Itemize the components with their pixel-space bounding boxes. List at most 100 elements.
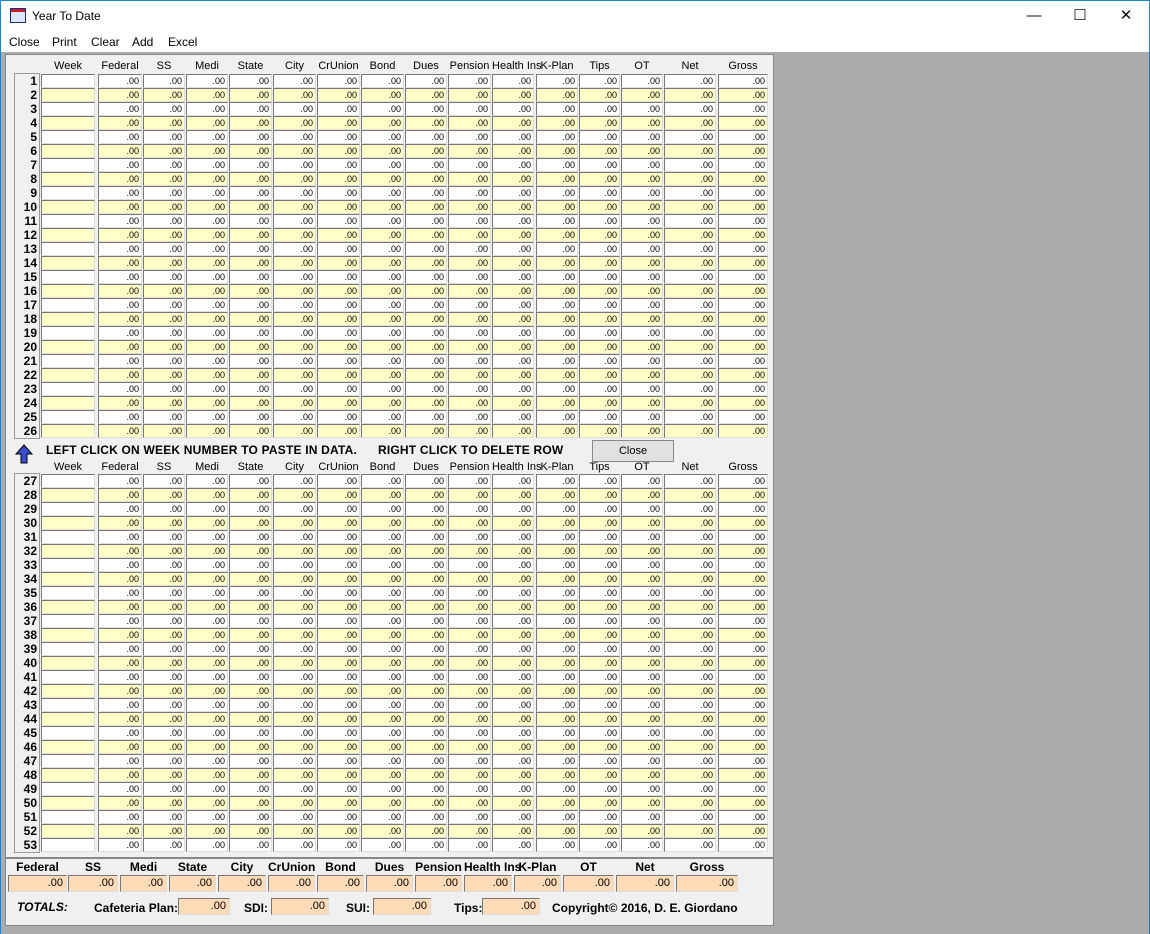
health-ins-input[interactable]: .00 [492, 172, 534, 186]
total-field-gross[interactable]: .00 [676, 875, 738, 892]
city-input[interactable]: .00 [273, 670, 316, 684]
ss-input[interactable]: .00 [143, 712, 185, 726]
net-input[interactable]: .00 [664, 810, 716, 824]
k-plan-input[interactable]: .00 [536, 740, 578, 754]
k-plan-input[interactable]: .00 [536, 698, 578, 712]
city-input[interactable]: .00 [273, 544, 316, 558]
crunion-input[interactable]: .00 [317, 214, 360, 228]
ot-input[interactable]: .00 [621, 410, 663, 424]
ss-input[interactable]: .00 [143, 326, 185, 340]
k-plan-input[interactable]: .00 [536, 410, 578, 424]
tips-input[interactable]: .00 [579, 382, 620, 396]
ot-input[interactable]: .00 [621, 200, 663, 214]
dues-input[interactable]: .00 [405, 642, 447, 656]
state-input[interactable]: .00 [229, 312, 272, 326]
week-input[interactable] [41, 200, 95, 214]
week-number-7[interactable]: 7 [15, 158, 39, 172]
health-ins-input[interactable]: .00 [492, 824, 534, 838]
ss-input[interactable]: .00 [143, 782, 185, 796]
pension-input[interactable]: .00 [448, 502, 491, 516]
state-input[interactable]: .00 [229, 642, 272, 656]
week-number-36[interactable]: 36 [15, 600, 39, 614]
state-input[interactable]: .00 [229, 838, 272, 852]
city-input[interactable]: .00 [273, 326, 316, 340]
net-input[interactable]: .00 [664, 326, 716, 340]
ot-input[interactable]: .00 [621, 396, 663, 410]
pension-input[interactable]: .00 [448, 698, 491, 712]
crunion-input[interactable]: .00 [317, 354, 360, 368]
bond-input[interactable]: .00 [361, 270, 404, 284]
dues-input[interactable]: .00 [405, 130, 447, 144]
city-input[interactable]: .00 [273, 228, 316, 242]
pension-input[interactable]: .00 [448, 558, 491, 572]
medi-input[interactable]: .00 [186, 838, 228, 852]
state-input[interactable]: .00 [229, 256, 272, 270]
medi-input[interactable]: .00 [186, 116, 228, 130]
gross-input[interactable]: .00 [718, 796, 768, 810]
k-plan-input[interactable]: .00 [536, 768, 578, 782]
state-input[interactable]: .00 [229, 326, 272, 340]
federal-input[interactable]: .00 [98, 116, 142, 130]
total-field-sui[interactable]: .00 [373, 898, 431, 915]
dues-input[interactable]: .00 [405, 474, 447, 488]
bond-input[interactable]: .00 [361, 558, 404, 572]
week-input[interactable] [41, 614, 95, 628]
city-input[interactable]: .00 [273, 642, 316, 656]
crunion-input[interactable]: .00 [317, 628, 360, 642]
week-number-11[interactable]: 11 [15, 214, 39, 228]
net-input[interactable]: .00 [664, 368, 716, 382]
bond-input[interactable]: .00 [361, 530, 404, 544]
dues-input[interactable]: .00 [405, 172, 447, 186]
health-ins-input[interactable]: .00 [492, 354, 534, 368]
k-plan-input[interactable]: .00 [536, 396, 578, 410]
net-input[interactable]: .00 [664, 130, 716, 144]
state-input[interactable]: .00 [229, 558, 272, 572]
state-input[interactable]: .00 [229, 74, 272, 88]
dues-input[interactable]: .00 [405, 326, 447, 340]
ot-input[interactable]: .00 [621, 628, 663, 642]
bond-input[interactable]: .00 [361, 172, 404, 186]
city-input[interactable]: .00 [273, 810, 316, 824]
health-ins-input[interactable]: .00 [492, 368, 534, 382]
federal-input[interactable]: .00 [98, 516, 142, 530]
week-number-20[interactable]: 20 [15, 340, 39, 354]
week-number-37[interactable]: 37 [15, 614, 39, 628]
city-input[interactable]: .00 [273, 698, 316, 712]
medi-input[interactable]: .00 [186, 614, 228, 628]
bond-input[interactable]: .00 [361, 242, 404, 256]
gross-input[interactable]: .00 [718, 474, 768, 488]
dues-input[interactable]: .00 [405, 740, 447, 754]
k-plan-input[interactable]: .00 [536, 242, 578, 256]
tips-input[interactable]: .00 [579, 298, 620, 312]
gross-input[interactable]: .00 [718, 144, 768, 158]
health-ins-input[interactable]: .00 [492, 284, 534, 298]
net-input[interactable]: .00 [664, 200, 716, 214]
week-number-23[interactable]: 23 [15, 382, 39, 396]
state-input[interactable]: .00 [229, 488, 272, 502]
gross-input[interactable]: .00 [718, 228, 768, 242]
ot-input[interactable]: .00 [621, 796, 663, 810]
dues-input[interactable]: .00 [405, 726, 447, 740]
ot-input[interactable]: .00 [621, 326, 663, 340]
ss-input[interactable]: .00 [143, 558, 185, 572]
gross-input[interactable]: .00 [718, 782, 768, 796]
pension-input[interactable]: .00 [448, 544, 491, 558]
medi-input[interactable]: .00 [186, 740, 228, 754]
week-input[interactable] [41, 502, 95, 516]
federal-input[interactable]: .00 [98, 600, 142, 614]
gross-input[interactable]: .00 [718, 530, 768, 544]
total-field-state[interactable]: .00 [169, 875, 216, 892]
health-ins-input[interactable]: .00 [492, 670, 534, 684]
ss-input[interactable]: .00 [143, 684, 185, 698]
k-plan-input[interactable]: .00 [536, 326, 578, 340]
health-ins-input[interactable]: .00 [492, 74, 534, 88]
week-input[interactable] [41, 158, 95, 172]
ot-input[interactable]: .00 [621, 712, 663, 726]
medi-input[interactable]: .00 [186, 172, 228, 186]
medi-input[interactable]: .00 [186, 628, 228, 642]
crunion-input[interactable]: .00 [317, 838, 360, 852]
health-ins-input[interactable]: .00 [492, 474, 534, 488]
crunion-input[interactable]: .00 [317, 600, 360, 614]
k-plan-input[interactable]: .00 [536, 656, 578, 670]
pension-input[interactable]: .00 [448, 228, 491, 242]
